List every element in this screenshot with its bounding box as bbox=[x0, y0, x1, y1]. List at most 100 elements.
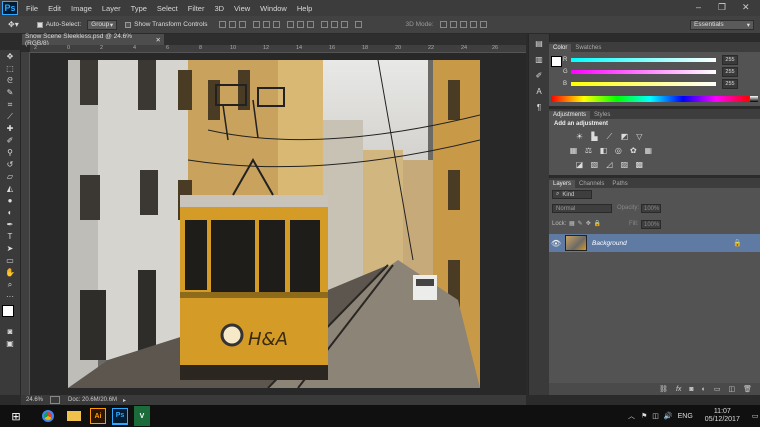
opacity-input[interactable]: 100% bbox=[641, 204, 661, 213]
grayscale-ramp[interactable] bbox=[750, 96, 758, 102]
menu-filter[interactable]: Filter bbox=[188, 4, 205, 13]
pen-tool-icon[interactable]: ✒ bbox=[4, 219, 16, 230]
color-swatches[interactable] bbox=[2, 305, 19, 323]
adjustment-layer-icon[interactable]: ◐ bbox=[702, 386, 706, 393]
3d-pan-icon[interactable] bbox=[459, 21, 467, 28]
healing-brush-tool-icon[interactable]: ✚ bbox=[4, 123, 16, 134]
clock[interactable]: 11:07 05/12/2017 bbox=[705, 408, 740, 424]
history-brush-tool-icon[interactable]: ↺ bbox=[4, 159, 16, 170]
blue-slider[interactable]: B 255 bbox=[563, 79, 738, 89]
photoshop-taskbar-button[interactable]: Ps bbox=[112, 407, 128, 425]
quick-mask-icon[interactable]: ◙ bbox=[4, 326, 16, 337]
notifications-icon[interactable]: ▭ bbox=[752, 412, 759, 420]
status-export-icon[interactable] bbox=[50, 396, 60, 404]
balance-icon[interactable]: ⚖ bbox=[584, 146, 593, 155]
tab-paths[interactable]: Paths bbox=[608, 180, 631, 188]
red-slider[interactable]: R 255 bbox=[563, 55, 738, 65]
align-right-icon[interactable] bbox=[273, 21, 281, 28]
align-left-icon[interactable] bbox=[253, 21, 261, 28]
menu-3d[interactable]: 3D bbox=[214, 4, 224, 13]
menu-edit[interactable]: Edit bbox=[48, 4, 61, 13]
lock-icons[interactable]: ▦✎✥🔒 bbox=[569, 220, 604, 227]
channel-mixer-icon[interactable]: ✿ bbox=[629, 146, 638, 155]
new-layer-icon[interactable]: ◫ bbox=[728, 385, 735, 393]
menu-file[interactable]: File bbox=[26, 4, 38, 13]
auto-select-checkbox[interactable]: Auto-Select: bbox=[36, 21, 81, 28]
brush-panel-icon[interactable]: ✐ bbox=[533, 70, 545, 82]
character-panel-icon[interactable]: A bbox=[533, 86, 545, 98]
red-slider-track[interactable] bbox=[571, 58, 716, 62]
selective-color-icon[interactable]: ▩ bbox=[635, 160, 644, 169]
link-icon[interactable]: ⛓ bbox=[659, 385, 668, 393]
zoom-tool-icon[interactable]: ⌕ bbox=[4, 279, 16, 290]
distribute-right-icon[interactable] bbox=[341, 21, 349, 28]
tab-styles[interactable]: Styles bbox=[590, 111, 614, 119]
app-taskbar-button[interactable]: V bbox=[134, 406, 150, 426]
menu-select[interactable]: Select bbox=[157, 4, 178, 13]
fx-icon[interactable]: fx bbox=[676, 386, 681, 393]
curves-icon[interactable]: ⟋ bbox=[605, 132, 614, 141]
align-middle-icon[interactable] bbox=[229, 21, 237, 28]
menu-help[interactable]: Help bbox=[297, 4, 312, 13]
3d-slide-icon[interactable] bbox=[469, 21, 477, 28]
path-select-tool-icon[interactable]: ➤ bbox=[4, 243, 16, 254]
minimize-button[interactable]: – bbox=[696, 2, 701, 12]
crop-tool-icon[interactable]: ⌗ bbox=[4, 99, 16, 110]
menu-layer[interactable]: Layer bbox=[102, 4, 121, 13]
auto-select-dropdown[interactable]: Group ▾ bbox=[87, 19, 118, 30]
gradient-icon[interactable]: ▽ bbox=[635, 132, 644, 141]
document-tab[interactable]: Snow Scene Sleekless.psd @ 24.6% (RGB/8)… bbox=[22, 33, 164, 47]
align-top-icon[interactable] bbox=[219, 21, 227, 28]
paint-bucket-tool-icon[interactable]: ◭ bbox=[4, 183, 16, 194]
3d-roll-icon[interactable] bbox=[449, 21, 457, 28]
3d-scale-icon[interactable] bbox=[479, 21, 487, 28]
history-panel-icon[interactable]: ▤ bbox=[533, 38, 545, 50]
tab-adjustments[interactable]: Adjustments bbox=[549, 111, 591, 119]
close-button[interactable]: ✕ bbox=[742, 2, 750, 13]
folder-icon[interactable]: ▭ bbox=[714, 385, 721, 393]
mask-icon[interactable]: ◙ bbox=[689, 386, 693, 393]
green-value-input[interactable]: 255 bbox=[722, 67, 738, 77]
auto-align-icon[interactable] bbox=[355, 21, 363, 28]
paragraph-panel-icon[interactable]: ¶ bbox=[533, 102, 545, 114]
3d-mode-tools[interactable] bbox=[439, 21, 490, 28]
quick-select-tool-icon[interactable]: ✎ bbox=[4, 87, 16, 98]
distribute-bottom-icon[interactable] bbox=[307, 21, 315, 28]
foreground-color-swatch[interactable] bbox=[2, 305, 14, 317]
move-tool-icon[interactable]: ✥ bbox=[4, 51, 16, 62]
eyedropper-tool-icon[interactable]: ⟋ bbox=[4, 111, 16, 122]
language-indicator[interactable]: ENG bbox=[678, 413, 693, 420]
status-menu-arrow-icon[interactable]: ▸ bbox=[123, 397, 126, 404]
green-slider-track[interactable] bbox=[571, 70, 716, 74]
invert-icon[interactable]: ◪ bbox=[575, 160, 584, 169]
align-center-icon[interactable] bbox=[263, 21, 271, 28]
vibrance-icon[interactable]: ▦ bbox=[569, 146, 578, 155]
zoom-level[interactable]: 24.6% bbox=[26, 397, 50, 403]
fill-input[interactable]: 100% bbox=[641, 220, 661, 229]
hand-tool-icon[interactable]: ✋ bbox=[4, 267, 16, 278]
file-explorer-taskbar-button[interactable] bbox=[64, 406, 84, 426]
eraser-tool-icon[interactable]: ▱ bbox=[4, 171, 16, 182]
foreground-color-chip[interactable] bbox=[551, 56, 562, 67]
distribute-left-icon[interactable] bbox=[321, 21, 329, 28]
green-slider[interactable]: G 255 bbox=[563, 67, 738, 77]
tab-layers[interactable]: Layers bbox=[549, 180, 576, 188]
windows-start-icon[interactable]: ⊞ bbox=[6, 410, 26, 423]
bw-icon[interactable]: ◧ bbox=[599, 146, 608, 155]
distribute-center-icon[interactable] bbox=[331, 21, 339, 28]
photo-filter-icon[interactable]: ◎ bbox=[614, 146, 623, 155]
menu-type[interactable]: Type bbox=[131, 4, 147, 13]
illustrator-taskbar-button[interactable]: Ai bbox=[90, 408, 106, 424]
canvas-area[interactable]: H&A bbox=[30, 53, 526, 395]
trash-icon[interactable]: 🗑 bbox=[743, 385, 752, 393]
flag-icon[interactable]: ⚑ bbox=[641, 412, 647, 420]
brightness-icon[interactable]: ☀ bbox=[575, 132, 584, 141]
properties-panel-icon[interactable]: ▥ bbox=[533, 54, 545, 66]
blur-tool-icon[interactable]: ● bbox=[4, 195, 16, 206]
red-value-input[interactable]: 255 bbox=[722, 55, 738, 65]
menu-window[interactable]: Window bbox=[260, 4, 287, 13]
layer-filter-dropdown[interactable]: ⌕ Kind bbox=[552, 190, 592, 199]
show-transform-checkbox[interactable]: Show Transform Controls bbox=[125, 21, 207, 28]
tab-channels[interactable]: Channels bbox=[575, 180, 608, 188]
type-tool-icon[interactable]: T bbox=[4, 231, 16, 242]
